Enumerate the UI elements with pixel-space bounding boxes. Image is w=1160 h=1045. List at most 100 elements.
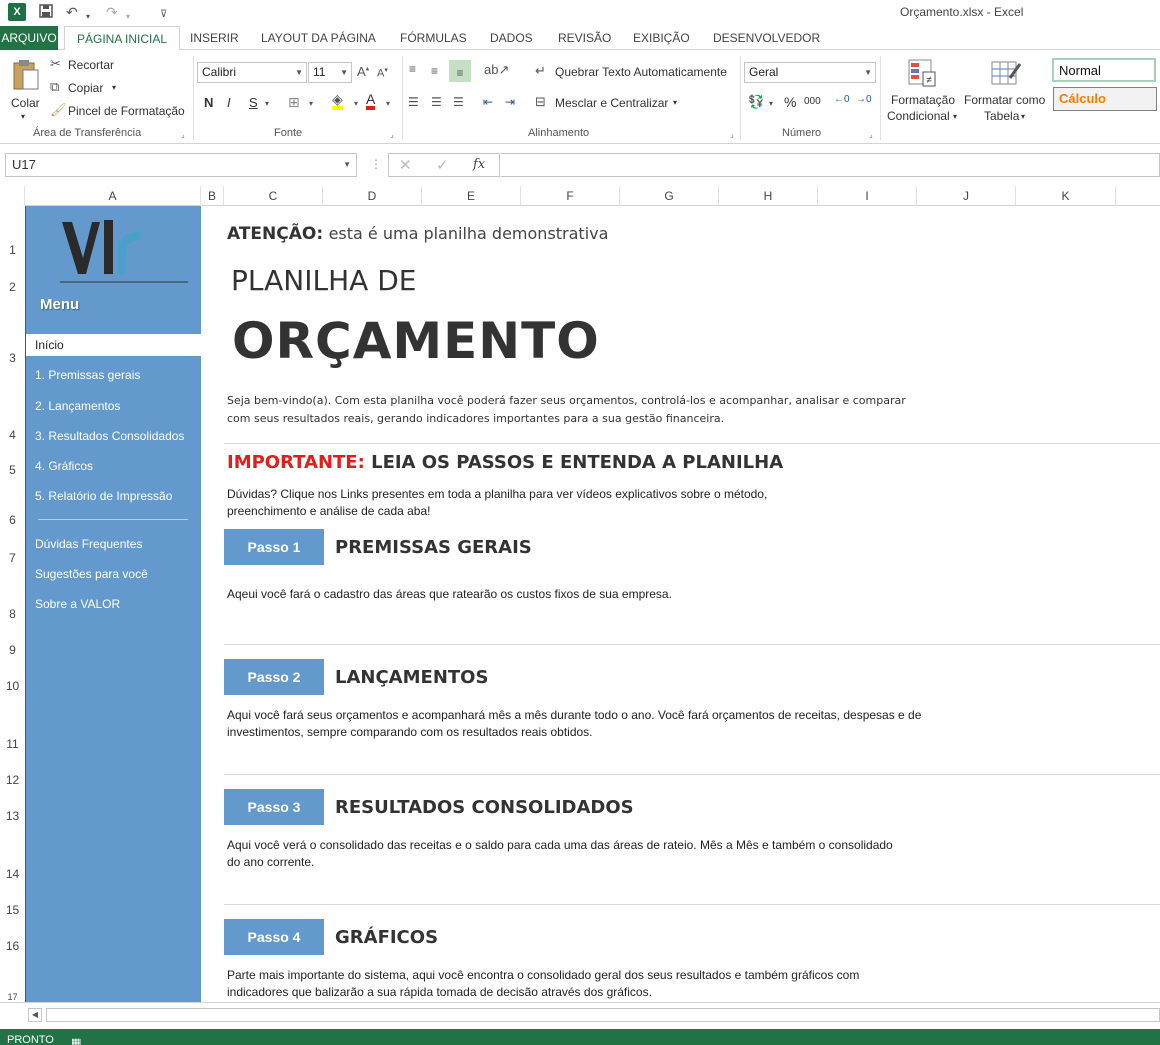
underline-dropdown-icon[interactable]: ▾ [265,99,269,108]
row-header[interactable]: 14 [0,867,25,881]
more-options-icon[interactable]: ⋮ [370,157,382,171]
align-bottom-icon[interactable]: ≡ [449,60,471,82]
italic-button[interactable]: I [227,95,231,110]
menu-item-relatorio[interactable]: 5. Relatório de Impressão [26,485,202,507]
row-header[interactable]: 8 [0,607,25,621]
underline-button[interactable]: S [249,95,258,110]
tab-insert[interactable]: INSERIR [190,26,239,50]
tab-home[interactable]: PÁGINA INICIAL [64,26,181,51]
menu-item-inicio[interactable]: Início [26,334,202,356]
increase-font-icon[interactable]: A▴ [357,64,369,79]
row-header[interactable]: 16 [0,939,25,953]
menu-item-graficos[interactable]: 4. Gráficos [26,455,202,477]
currency-dropdown-icon[interactable]: ▾ [769,99,773,108]
cut-button[interactable]: ✂ Recortar [50,56,130,74]
percent-button[interactable]: % [784,94,796,110]
customize-qat-icon[interactable]: ⊽ [160,6,167,24]
align-center-icon[interactable]: ☰ [431,95,442,109]
number-format-select[interactable]: Geral ▼ [744,62,876,83]
align-left-icon[interactable]: ☰ [408,95,419,109]
align-right-icon[interactable]: ☰ [453,95,464,109]
tab-review[interactable]: REVISÃO [558,26,611,50]
row-header[interactable]: 3 [0,351,25,365]
paste-button[interactable]: Colar ▾ [8,56,44,124]
align-top-icon[interactable]: ≡ [409,62,416,76]
bold-button[interactable]: N [204,95,213,110]
select-all-corner[interactable] [0,186,25,206]
redo-icon[interactable]: ↷ [106,3,118,21]
font-launcher-icon[interactable]: ⌟ [390,130,394,139]
step-4-badge[interactable]: Passo 4 [224,919,324,955]
column-header[interactable]: E [422,186,521,206]
column-header[interactable]: H [719,186,818,206]
column-header[interactable]: A [25,186,201,206]
column-header[interactable]: J [917,186,1016,206]
row-header[interactable]: 4 [0,428,25,442]
row-header[interactable]: 7 [0,551,25,565]
wrap-text-button[interactable]: ↵ Quebrar Texto Automaticamente [535,63,735,81]
decrease-decimal-icon[interactable]: →0 [856,94,872,105]
row-header[interactable]: 11 [0,737,25,751]
increase-indent-icon[interactable]: ⇥ [505,95,515,109]
style-calculation[interactable]: Cálculo [1053,87,1157,111]
name-box[interactable]: U17 ▼ [5,153,357,177]
tab-page-layout[interactable]: LAYOUT DA PÁGINA [261,26,376,50]
row-header[interactable]: 6 [0,513,25,527]
borders-dropdown-icon[interactable]: ▾ [309,99,313,108]
macro-record-icon[interactable]: ▦ [71,1032,81,1045]
number-launcher-icon[interactable]: ⌟ [869,130,873,139]
row-header[interactable]: 10 [0,679,25,693]
clipboard-launcher-icon[interactable]: ⌟ [181,130,185,139]
font-color-dropdown-icon[interactable]: ▾ [386,99,390,108]
menu-item-lancamentos[interactable]: 2. Lançamentos [26,395,202,417]
thousands-button[interactable]: 000 [804,96,821,107]
format-as-table-button[interactable]: Formatar como Tabela ▾ [962,56,1050,124]
copy-button[interactable]: ⧉ Copiar ▾ [50,79,130,97]
insert-function-icon[interactable]: fx [473,157,485,172]
undo-icon[interactable]: ↶ [66,3,78,21]
menu-item-sugestoes[interactable]: Sugestões para você [26,563,202,585]
save-icon[interactable] [38,3,54,23]
format-painter-button[interactable]: 🖌 Pincel de Formatação [50,102,190,120]
column-header[interactable]: F [521,186,620,206]
fill-color-icon[interactable]: ◈ [332,92,343,110]
tab-formulas[interactable]: FÓRMULAS [400,26,467,50]
font-color-icon[interactable]: A [366,92,376,110]
font-size-select[interactable]: 11 ▼ [308,62,352,83]
currency-icon[interactable]: 💱 [748,94,764,110]
style-normal[interactable]: Normal [1052,58,1156,82]
step-1-badge[interactable]: Passo 1 [224,529,324,565]
tab-view[interactable]: EXIBIÇÃO [633,26,690,50]
tab-developer[interactable]: DESENVOLVEDOR [713,26,820,50]
conditional-formatting-button[interactable]: ≠ Formatação Condicional ▾ [885,56,960,124]
row-header[interactable]: 12 [0,773,25,787]
column-header[interactable]: C [224,186,323,206]
column-header[interactable]: D [323,186,422,206]
orientation-icon[interactable]: ab↗ [484,62,509,78]
step-2-badge[interactable]: Passo 2 [224,659,324,695]
column-header[interactable]: K [1016,186,1116,206]
column-header[interactable]: I [818,186,917,206]
row-header[interactable]: 5 [0,463,25,477]
scroll-left-icon[interactable]: ◀ [28,1008,42,1022]
row-header[interactable]: 17 [0,992,25,1002]
menu-item-premissas[interactable]: 1. Premissas gerais [26,364,202,386]
borders-icon[interactable]: ⊞ [288,94,300,111]
fill-color-dropdown-icon[interactable]: ▾ [354,99,358,108]
enter-icon[interactable]: ✓ [436,156,449,174]
font-name-select[interactable]: Calibri ▼ [197,62,307,83]
tab-file[interactable]: ARQUIVO [0,26,58,50]
row-header[interactable]: 15 [0,903,25,917]
tab-data[interactable]: DADOS [490,26,533,50]
horizontal-scrollbar[interactable] [46,1008,1160,1022]
cancel-icon[interactable]: ✕ [399,156,412,174]
menu-item-resultados[interactable]: 3. Resultados Consolidados [26,425,202,447]
menu-item-duvidas[interactable]: Dúvidas Frequentes [26,533,202,555]
decrease-font-icon[interactable]: A▾ [377,66,388,80]
alignment-launcher-icon[interactable]: ⌟ [730,130,734,139]
column-header[interactable]: B [201,186,224,206]
merge-center-button[interactable]: ⊟ Mesclar e Centralizar ▾ [535,94,695,112]
menu-item-sobre[interactable]: Sobre a VALOR [26,593,202,615]
formula-input[interactable] [501,153,1160,177]
row-header[interactable]: 9 [0,643,25,657]
